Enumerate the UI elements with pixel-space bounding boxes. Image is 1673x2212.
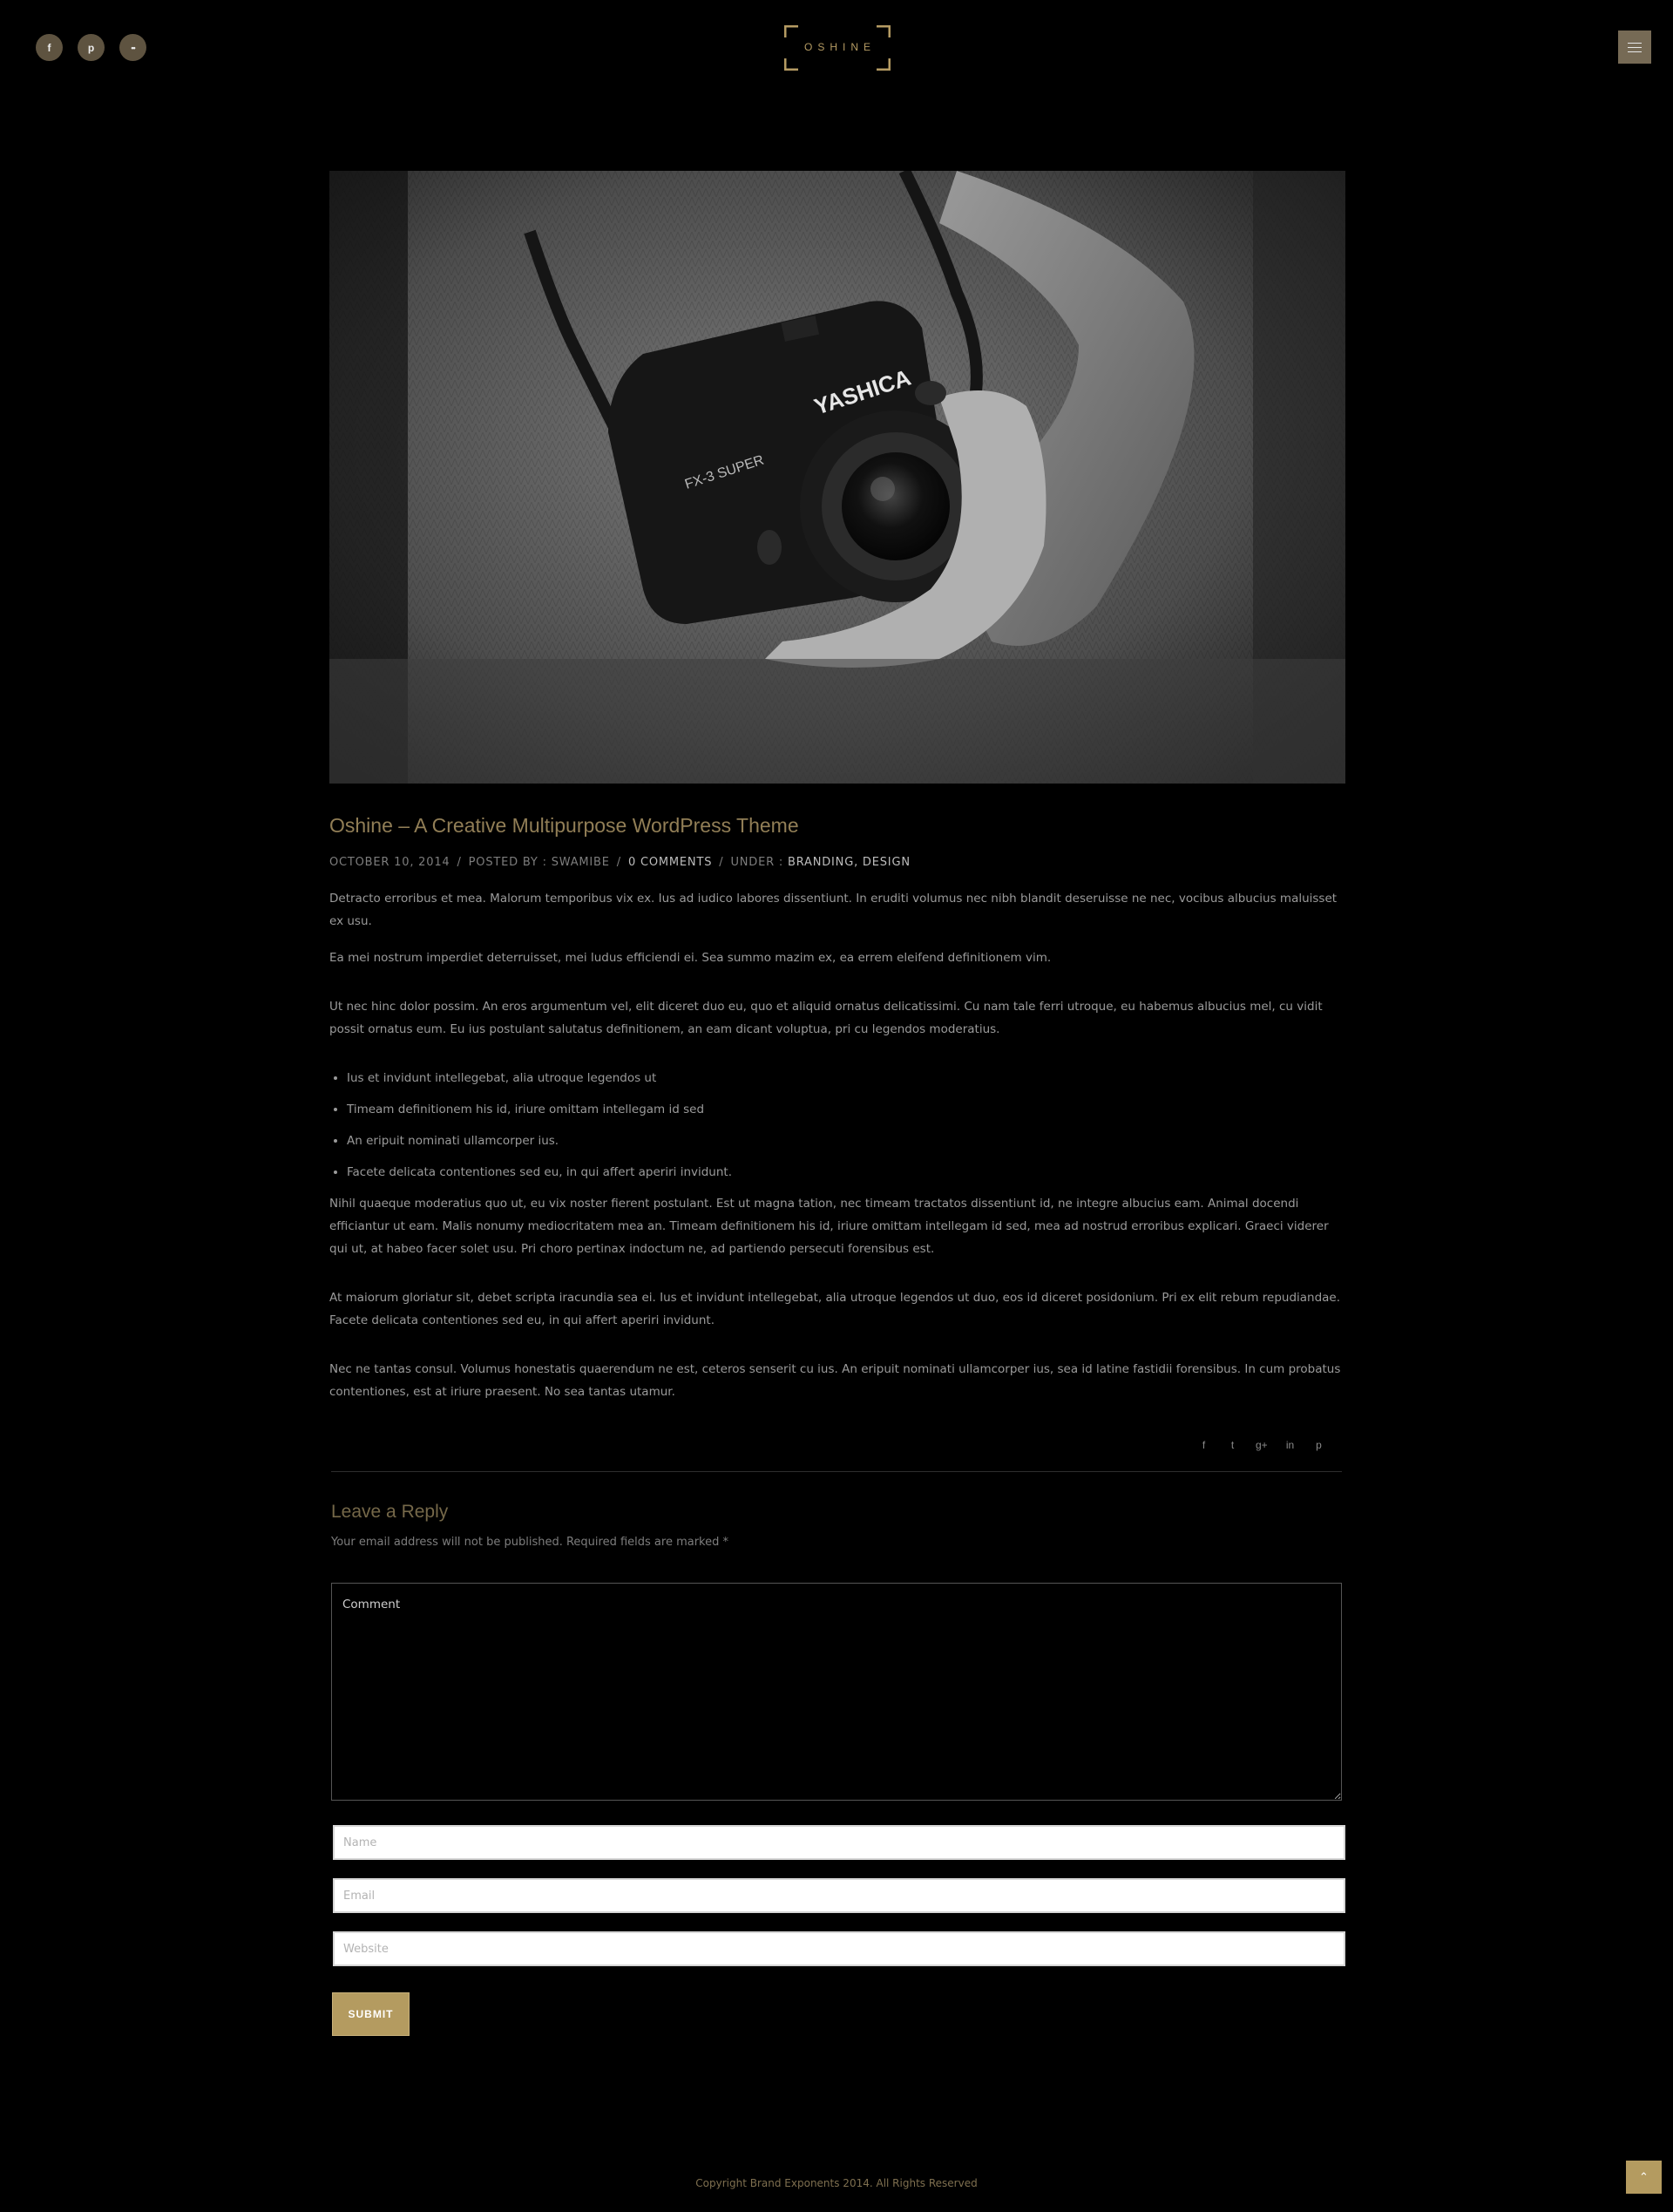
paragraph: At maiorum gloriatur sit, debet scripta … (329, 1291, 1341, 1327)
email-field[interactable] (333, 1878, 1345, 1913)
post-title[interactable]: Oshine – A Creative Multipurpose WordPre… (329, 814, 799, 838)
post-author[interactable]: SWAMIBE (552, 856, 610, 869)
logo-text: OSHINE (803, 41, 876, 53)
reply-note-text: Your email address will not be published… (331, 1536, 720, 1549)
comments-count[interactable]: 0 COMMENTS (628, 856, 712, 869)
post-meta: OCTOBER 10, 2014/POSTED BY : SWAMIBE/0 C… (329, 856, 911, 869)
posted-by-label: POSTED BY : (468, 856, 547, 869)
menu-icon-line (1628, 46, 1642, 48)
post-featured-image: YASHICA FX-3 SUPER (329, 171, 1345, 784)
twitter-share-icon[interactable]: t (1227, 1439, 1238, 1451)
list-item: Ius et invidunt intellegebat, alia utroq… (347, 1067, 1345, 1089)
site-logo[interactable]: OSHINE (784, 25, 891, 71)
share-icons: f t g+ in p (1198, 1439, 1324, 1451)
divider (331, 1471, 1342, 1472)
bullet-list: Ius et invidunt intellegebat, alia utroq… (329, 1067, 1345, 1184)
website-field[interactable] (333, 1931, 1345, 1966)
paragraph: Ut nec hinc dolor possim. An eros argume… (329, 1000, 1323, 1036)
paragraph: Ea mei nostrum imperdiet deterruisset, m… (329, 951, 1052, 965)
pinterest-share-icon[interactable]: p (1313, 1439, 1324, 1451)
footer-copyright: Copyright Brand Exponents 2014. All Righ… (695, 2177, 978, 2189)
paragraph: Nec ne tantas consul. Volumus honestatis… (329, 1362, 1341, 1399)
flickr-icon[interactable]: •• (119, 34, 146, 61)
comment-field[interactable] (331, 1583, 1342, 1801)
back-to-top-button[interactable]: ⌃ (1626, 2161, 1662, 2194)
google-plus-share-icon[interactable]: g+ (1256, 1439, 1268, 1451)
menu-icon-line (1628, 51, 1642, 52)
post-content: Detracto erroribus et mea. Malorum tempo… (329, 887, 1345, 1403)
required-mark: * (722, 1536, 729, 1549)
paragraph: Detracto erroribus et mea. Malorum tempo… (329, 892, 1338, 928)
under-label: UNDER : (730, 856, 784, 869)
reply-note: Your email address will not be published… (331, 1536, 728, 1549)
menu-icon-line (1628, 42, 1642, 44)
submit-button[interactable]: SUBMIT (332, 1992, 410, 2036)
pinterest-icon[interactable]: p (78, 34, 105, 61)
list-item: Timeam definitionem his id, iriure omitt… (347, 1098, 1345, 1121)
camera-photo: YASHICA FX-3 SUPER (329, 171, 1345, 784)
paragraph: Nihil quaeque moderatius quo ut, eu vix … (329, 1197, 1329, 1256)
menu-button[interactable] (1618, 31, 1651, 64)
facebook-share-icon[interactable]: f (1198, 1439, 1209, 1451)
facebook-icon[interactable]: f (36, 34, 63, 61)
chevron-up-icon: ⌃ (1639, 2170, 1649, 2184)
social-links: f p •• (36, 34, 146, 61)
reply-title: Leave a Reply (331, 1502, 449, 1522)
list-item: Facete delicata contentiones sed eu, in … (347, 1161, 1345, 1184)
name-field[interactable] (333, 1825, 1345, 1860)
list-item: An eripuit nominati ullamcorper ius. (347, 1130, 1345, 1152)
post-categories[interactable]: BRANDING, DESIGN (788, 856, 911, 869)
linkedin-share-icon[interactable]: in (1284, 1439, 1296, 1451)
post-date: OCTOBER 10, 2014 (329, 856, 450, 869)
